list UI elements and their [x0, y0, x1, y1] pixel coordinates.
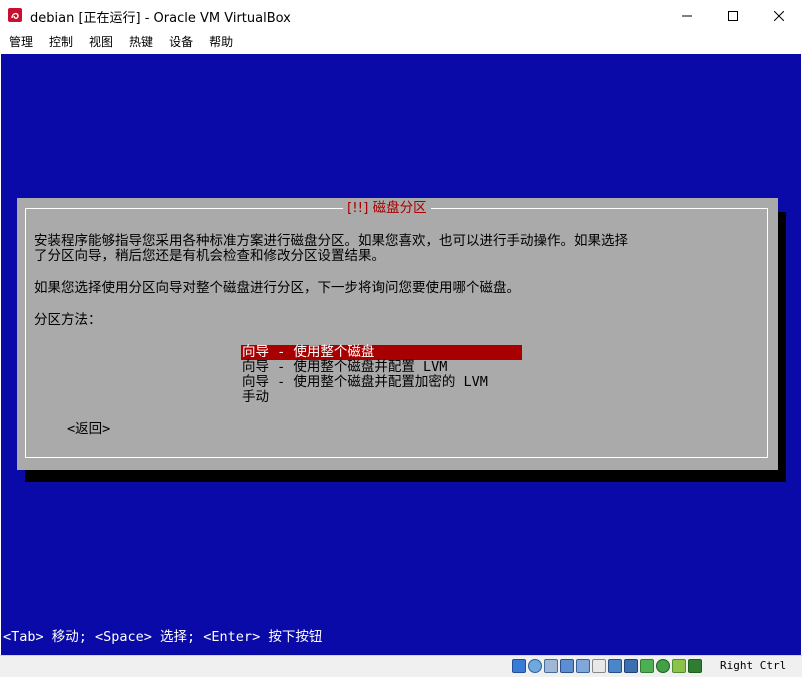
network-icon[interactable] — [560, 659, 574, 673]
optical-drive-icon[interactable] — [528, 659, 542, 673]
option-guided-entire-disk[interactable]: 向导 - 使用整个磁盘 — [241, 345, 522, 360]
mouse-integration-icon[interactable] — [640, 659, 654, 673]
maximize-button[interactable] — [710, 0, 756, 31]
minimize-icon — [682, 15, 692, 16]
maximize-icon — [728, 10, 738, 21]
intro-line-1: 安装程序能够指导您采用各种标准方案进行磁盘分区。如果您喜欢，也可以进行手动操作。… — [34, 233, 628, 249]
dialog-title: [!!] 磁盘分区 — [343, 198, 431, 218]
dialog-title-text: [!!] 磁盘分区 — [347, 200, 427, 216]
arrow-down-icon[interactable] — [688, 659, 702, 673]
close-icon — [774, 10, 784, 21]
menu-help[interactable]: 帮助 — [202, 31, 240, 53]
usb-icon[interactable] — [576, 659, 590, 673]
option-manual[interactable]: 手动 — [241, 390, 522, 405]
menu-hotkeys[interactable]: 热键 — [122, 31, 160, 53]
option-guided-lvm[interactable]: 向导 - 使用整个磁盘并配置 LVM — [241, 360, 522, 375]
intro-paragraph-2: 如果您选择使用分区向导对整个磁盘进行分区，下一步将询问您要使用哪个磁盘。 — [34, 280, 520, 296]
close-button[interactable] — [756, 0, 802, 31]
window-titlebar: debian [正在运行] - Oracle VM VirtualBox — [0, 0, 802, 31]
intro-line-2: 了分区向导，稍后您还是有机会检查和修改分区设置结果。 — [34, 248, 385, 264]
keyboard-hint: <Tab> 移动; <Space> 选择; <Enter> 按下按钮 — [3, 629, 323, 645]
partition-dialog: [!!] 磁盘分区 安装程序能够指导您采用各种标准方案进行磁盘分区。如果您喜欢，… — [17, 198, 778, 470]
menu-control[interactable]: 控制 — [42, 31, 80, 53]
keyboard-capture-icon[interactable] — [672, 659, 686, 673]
option-guided-encrypted-lvm[interactable]: 向导 - 使用整个磁盘并配置加密的 LVM — [241, 375, 522, 390]
video-capture-icon[interactable] — [624, 659, 638, 673]
cpu-icon[interactable] — [656, 659, 670, 673]
partition-method-label: 分区方法： — [34, 312, 102, 328]
virtualbox-vm-icon — [8, 8, 22, 22]
audio-icon[interactable] — [544, 659, 558, 673]
menu-devices[interactable]: 设备 — [162, 31, 200, 53]
display-icon[interactable] — [608, 659, 622, 673]
menu-manage[interactable]: 管理 — [2, 31, 40, 53]
device-status-icons — [512, 659, 702, 673]
status-bar: Right Ctrl — [0, 655, 802, 677]
menu-bar: 管理 控制 视图 热键 设备 帮助 — [0, 31, 802, 53]
host-key-label: Right Ctrl — [720, 659, 787, 672]
back-button[interactable]: <返回> — [67, 422, 110, 437]
shared-folders-icon[interactable] — [592, 659, 606, 673]
menu-view[interactable]: 视图 — [82, 31, 120, 53]
partition-method-list: 向导 - 使用整个磁盘 向导 - 使用整个磁盘并配置 LVM 向导 - 使用整个… — [241, 345, 522, 405]
vm-screen[interactable]: [!!] 磁盘分区 安装程序能够指导您采用各种标准方案进行磁盘分区。如果您喜欢，… — [1, 54, 801, 655]
window-title: debian [正在运行] - Oracle VM VirtualBox — [30, 11, 291, 26]
hard-disk-icon[interactable] — [512, 659, 526, 673]
minimize-button[interactable] — [664, 0, 710, 31]
